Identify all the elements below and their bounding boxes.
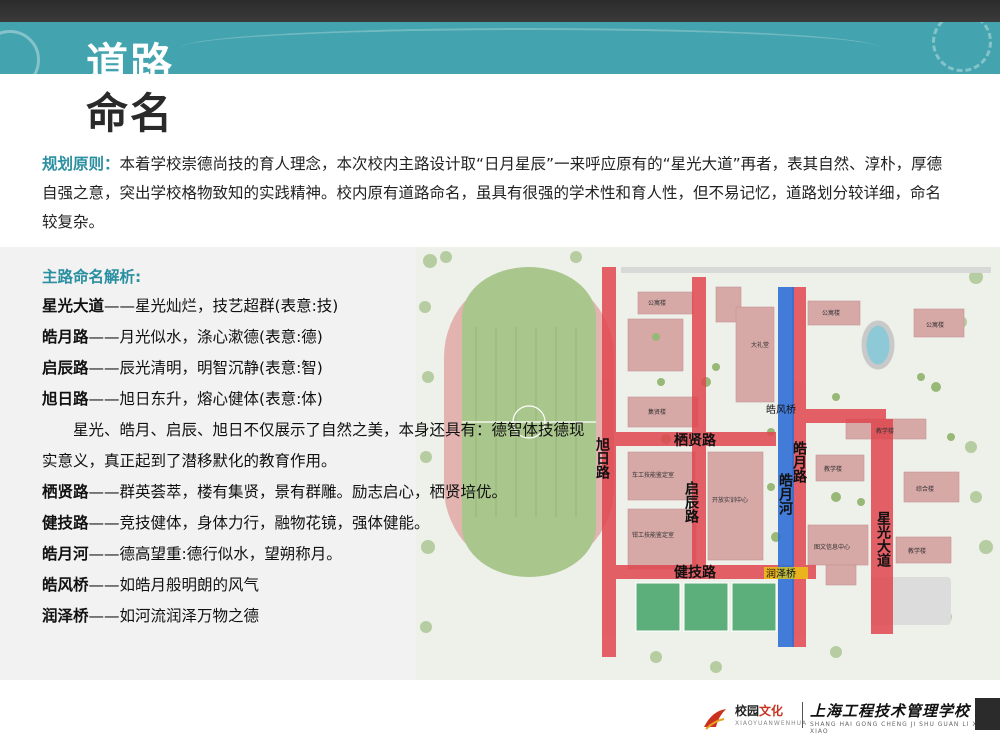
map-label-teaching3: 教学楼 — [908, 547, 926, 555]
analysis-item: 旭日路——旭日东升，熔心健体(表意:体) — [42, 384, 602, 415]
analysis-paragraph: 星光、皓月、启辰、旭日不仅展示了自然之美，本身还具有：德智体技德现实意义，真正起… — [42, 421, 585, 470]
analysis-item: 星光大道——星光灿烂，技艺超群(表意:技) — [42, 291, 602, 322]
item-dash: —— — [88, 576, 120, 594]
item-desc: 月光似水，涤心漱德(表意:德) — [119, 328, 323, 346]
analysis-item: 皓月路——月光似水，涤心漱德(表意:德) — [42, 322, 602, 353]
brand-part-b: 文化 — [759, 704, 784, 718]
item-name: 旭日路 — [42, 390, 89, 408]
map-label-office1: 公寓楼 — [648, 299, 666, 307]
item-name: 皓月河 — [42, 545, 89, 563]
gear-decoration-icon — [932, 22, 992, 72]
analysis-item: 皓月河——德高望重:德行似水，望朔称月。 — [42, 539, 602, 570]
analysis-item: 健技路——竞技健体，身体力行，融物花镜，强体健能。 — [42, 508, 602, 539]
map-road-haoyue: 皓月路 — [791, 440, 808, 483]
item-desc: 竞技健体，身体力行，融物花镜，强体健能。 — [119, 514, 430, 532]
item-name: 启辰路 — [42, 359, 89, 377]
map-label-building-a: 集贤楼 — [648, 408, 666, 416]
map-label-teaching2: 教学楼 — [824, 465, 842, 473]
map-bridge-runze: 润泽桥 — [766, 567, 796, 580]
road-naming-analysis: 主路命名解析: 星光大道——星光灿烂，技艺超群(表意:技) 皓月路——月光似水，… — [42, 263, 602, 632]
map-river-haoyue: 皓月河 — [777, 472, 794, 516]
gear-decoration-icon — [0, 30, 40, 74]
map-label-training1: 车工技能鉴定室 — [632, 471, 674, 479]
page-title-line2: 命名 — [86, 89, 175, 138]
top-strip — [0, 0, 1000, 22]
map-label-auditorium: 大礼堂 — [751, 341, 769, 349]
item-dash: —— — [88, 359, 120, 377]
item-dash: —— — [88, 545, 120, 563]
analysis-item: 启辰路——辰光清明，明智沉静(表意:智) — [42, 353, 602, 384]
map-road-qichen: 启辰路 — [683, 480, 699, 523]
item-name: 健技路 — [42, 514, 89, 532]
analysis-item: 润泽桥——如河流润泽万物之德 — [42, 601, 602, 632]
map-label-complex: 综合楼 — [916, 485, 934, 493]
item-desc: 星光灿烂，技艺超群(表意:技) — [135, 297, 339, 315]
brand-sub: XIAOYUANWENHUA — [735, 720, 808, 727]
item-name: 皓风桥 — [42, 576, 89, 594]
item-desc: 如皓月般明朗的风气 — [119, 576, 260, 594]
map-bridge-haofeng: 皓风桥 — [766, 404, 796, 416]
analysis-heading: 主路命名解析: — [42, 268, 142, 286]
map-label-office3: 公寓楼 — [926, 321, 944, 329]
map-label-office2: 公寓楼 — [822, 309, 840, 317]
item-dash: —— — [88, 483, 120, 501]
footer-corner-mark — [975, 698, 1000, 730]
map-road-jianji: 健技路 — [674, 564, 717, 581]
map-label-library: 图文信息中心 — [814, 543, 850, 551]
brand-part-a: 校园 — [735, 704, 760, 718]
school-name: 上海工程技术管理学校 — [810, 702, 971, 720]
item-dash: —— — [88, 390, 120, 408]
item-dash: —— — [88, 607, 120, 625]
principle-text: 本着学校崇德尚技的育人理念，本次校内主路设计取“日月星辰”一来呼应原有的“星光大… — [42, 155, 943, 231]
item-desc: 群英荟萃，楼有集贤，景有群雕。励志启心，栖贤培优。 — [119, 483, 508, 501]
planning-principle: 规划原则：本着学校崇德尚技的育人理念，本次校内主路设计取“日月星辰”一来呼应原有… — [42, 150, 954, 237]
footer-divider — [802, 702, 803, 728]
brand-campus-culture: 校园文化 — [735, 702, 783, 719]
item-desc: 德高望重:德行似水，望朔称月。 — [119, 545, 342, 563]
item-desc: 旭日东升，熔心健体(表意:体) — [119, 390, 323, 408]
item-name: 星光大道 — [42, 297, 105, 315]
map-label-teaching1: 教学楼 — [876, 427, 894, 435]
item-name: 皓月路 — [42, 328, 89, 346]
item-desc: 如河流润泽万物之德 — [119, 607, 260, 625]
torch-logo-icon — [704, 709, 726, 730]
map-road-qixian: 栖贤路 — [674, 432, 717, 449]
school-name-pinyin: SHANG HAI GONG CHENG JI SHU GUAN LI XUE … — [810, 721, 988, 735]
item-dash: —— — [88, 514, 120, 532]
footer: 校园文化 XIAOYUANWENHUA 上海工程技术管理学校 SHANG HAI… — [0, 680, 1000, 755]
item-name: 栖贤路 — [42, 483, 89, 501]
principle-label: 规划原则： — [42, 155, 120, 173]
map-label-center: 开放实训中心 — [712, 496, 748, 504]
swoosh-decoration — [180, 28, 880, 68]
map-road-xingguang: 星光大道 — [875, 511, 892, 568]
analysis-item: 皓风桥——如皓月般明朗的风气 — [42, 570, 602, 601]
analysis-item: 栖贤路——群英荟萃，楼有集贤，景有群雕。励志启心，栖贤培优。 — [42, 477, 602, 508]
item-name: 润泽桥 — [42, 607, 89, 625]
item-dash: —— — [88, 328, 120, 346]
item-desc: 辰光清明，明智沉静(表意:智) — [119, 359, 323, 377]
item-dash: —— — [104, 297, 136, 315]
map-label-training2: 钳工技能鉴定室 — [632, 531, 674, 539]
